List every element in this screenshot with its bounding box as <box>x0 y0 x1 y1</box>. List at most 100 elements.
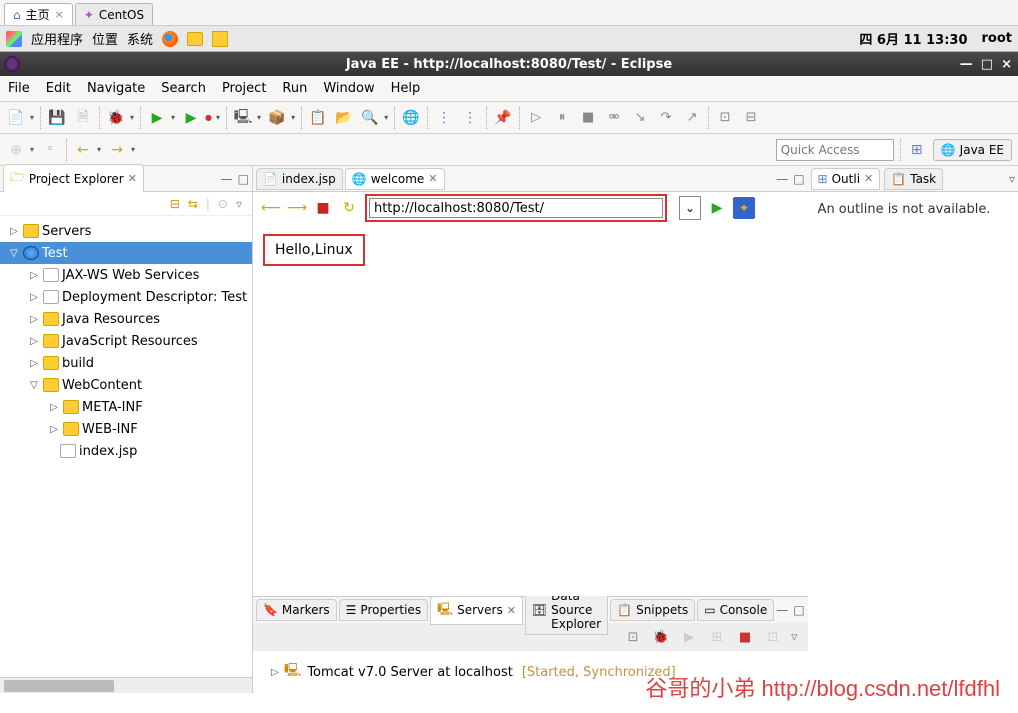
server-debug-button[interactable]: 🐞 <box>651 627 671 647</box>
new-package-button[interactable]: 📦 <box>267 108 287 128</box>
unknown-button[interactable]: 📋 <box>308 108 328 128</box>
tree-item-servers[interactable]: ▷Servers <box>0 220 252 242</box>
maximize-view-button[interactable]: □ <box>238 172 249 186</box>
server-publish-button[interactable]: ⊞ <box>707 627 727 647</box>
tab-console[interactable]: ▭Console <box>697 599 774 621</box>
view-menu-button[interactable]: ▿ <box>791 630 798 645</box>
open-type-button[interactable]: 📂 <box>334 108 354 128</box>
tab-servers[interactable]: 🖳Servers✕ <box>430 596 523 625</box>
back-history-button[interactable]: ← <box>73 140 93 160</box>
forward-history-button[interactable]: → <box>107 140 127 160</box>
system-menu[interactable]: 系统 <box>127 29 153 48</box>
maximize-button[interactable]: □ <box>981 57 993 72</box>
save-button[interactable]: 💾 <box>47 108 67 128</box>
tree-item-webinf[interactable]: ▷WEB-INF <box>0 418 252 440</box>
menu-search[interactable]: Search <box>161 81 206 96</box>
minimize-editor-button[interactable]: — <box>776 172 788 186</box>
perspective-javaee-button[interactable]: 🌐 Java EE <box>933 139 1012 161</box>
maximize-editor-button[interactable]: □ <box>793 172 804 186</box>
places-menu[interactable]: 位置 <box>92 29 118 48</box>
tab-snippets[interactable]: 📋Snippets <box>610 599 695 621</box>
menu-file[interactable]: File <box>8 81 30 96</box>
step-return-button[interactable]: ↗ <box>682 108 702 128</box>
close-icon[interactable]: ✕ <box>128 172 137 185</box>
tree-item-webcontent[interactable]: ▽WebContent <box>0 374 252 396</box>
toggle-mark-button[interactable]: ⋮ <box>460 108 480 128</box>
tree-item-dd[interactable]: ▷Deployment Descriptor: Test <box>0 286 252 308</box>
browser-stop-button[interactable]: ■ <box>313 198 333 218</box>
new-server-button[interactable]: 🖳 <box>233 108 253 128</box>
view-menu-button[interactable]: ▿ <box>1009 172 1015 186</box>
tree-item-jaxws[interactable]: ▷JAX-WS Web Services <box>0 264 252 286</box>
browser-refresh-button[interactable]: ↻ <box>339 198 359 218</box>
horizontal-scrollbar[interactable] <box>0 677 252 693</box>
menu-project[interactable]: Project <box>222 81 266 96</box>
menu-run[interactable]: Run <box>282 81 307 96</box>
maximize-bottom-button[interactable]: □ <box>793 603 804 617</box>
tab-markers[interactable]: 🔖Markers <box>256 599 337 621</box>
editor-tab-welcome[interactable]: 🌐 welcome ✕ <box>345 168 445 190</box>
pin-button[interactable]: 📌 <box>493 108 513 128</box>
minimize-view-button[interactable]: — <box>221 172 233 186</box>
tree-item-build[interactable]: ▷build <box>0 352 252 374</box>
quick-access-input[interactable] <box>776 139 894 161</box>
tree-item-metainf[interactable]: ▷META-INF <box>0 396 252 418</box>
menu-window[interactable]: Window <box>323 81 374 96</box>
step-over-button[interactable]: ↷ <box>656 108 676 128</box>
tree-item-jsres[interactable]: ▷JavaScript Resources <box>0 330 252 352</box>
browser-forward-button[interactable]: ⟶ <box>287 198 307 218</box>
browser-back-button[interactable]: ⟵ <box>261 198 281 218</box>
run-last-button[interactable]: ▶ <box>181 108 201 128</box>
server-run-button[interactable]: ▶ <box>679 627 699 647</box>
text-editor-icon[interactable] <box>212 31 228 47</box>
debug-button[interactable]: 🐞 <box>106 108 126 128</box>
new-button[interactable]: 📄 <box>6 108 26 128</box>
link-editor-button[interactable]: ⇆ <box>188 197 198 211</box>
pin-editor-button[interactable]: ◦ <box>40 140 60 160</box>
apps-menu[interactable]: 应用程序 <box>31 29 83 48</box>
apps-menu-icon[interactable] <box>6 31 22 47</box>
resume-button[interactable]: ▷ <box>526 108 546 128</box>
browser-manager-button[interactable]: ✦ <box>733 197 755 219</box>
view-menu-button[interactable]: ▿ <box>236 197 242 211</box>
tree-item-test[interactable]: ▽Test <box>0 242 252 264</box>
toggle-breadcrumb-button[interactable]: ⋮ <box>434 108 454 128</box>
editor-tab-indexjsp[interactable]: 📄 index.jsp <box>256 168 343 190</box>
step-into-button[interactable]: ↘ <box>630 108 650 128</box>
url-dropdown-button[interactable]: ⌄ <box>679 196 701 220</box>
server-clean-button[interactable]: ⊡ <box>763 627 783 647</box>
outline-tab[interactable]: ⊞ Outli ✕ <box>811 168 881 190</box>
tree-item-jres[interactable]: ▷Java Resources <box>0 308 252 330</box>
run-button[interactable]: ▶ <box>147 108 167 128</box>
browser-tab-home[interactable]: ⌂ 主页 × <box>4 3 73 25</box>
search-button[interactable]: 🔍 <box>360 108 380 128</box>
drop-frame-button[interactable]: ⊡ <box>715 108 735 128</box>
firefox-icon[interactable] <box>162 31 178 47</box>
open-task-button[interactable]: ⊕ <box>6 140 26 160</box>
minimize-button[interactable]: — <box>960 57 973 72</box>
tasklist-tab[interactable]: 📋 Task <box>884 168 943 190</box>
files-icon[interactable] <box>187 32 203 46</box>
terminate-button[interactable]: ■ <box>578 108 598 128</box>
browser-tab-centos[interactable]: ✦ CentOS <box>75 3 153 25</box>
collapse-all-button[interactable]: ⊟ <box>170 197 180 211</box>
disconnect-button[interactable]: ⚮ <box>604 108 624 128</box>
close-icon[interactable]: ✕ <box>428 172 437 185</box>
open-perspective-button[interactable]: ⊞ <box>907 140 927 160</box>
suspend-button[interactable]: ⏸ <box>552 108 572 128</box>
minimize-bottom-button[interactable]: — <box>776 603 788 617</box>
close-icon[interactable]: × <box>55 8 64 21</box>
tab-properties[interactable]: ☰Properties <box>339 599 428 621</box>
close-window-button[interactable]: × <box>1001 57 1012 72</box>
clock[interactable]: 四 6月 11 13:30 <box>859 29 967 48</box>
browser-button[interactable]: 🌐 <box>401 108 421 128</box>
project-explorer-tab[interactable]: 🗁 Project Explorer ✕ <box>3 164 144 193</box>
menu-edit[interactable]: Edit <box>46 81 71 96</box>
save-all-button[interactable]: 🗎 <box>73 108 93 128</box>
menu-navigate[interactable]: Navigate <box>87 81 145 96</box>
user-menu[interactable]: root <box>982 31 1013 46</box>
go-button[interactable]: ▶ <box>707 198 727 218</box>
close-icon[interactable]: ✕ <box>507 604 516 617</box>
step-filter-button[interactable]: ⊟ <box>741 108 761 128</box>
close-icon[interactable]: ✕ <box>864 172 873 185</box>
